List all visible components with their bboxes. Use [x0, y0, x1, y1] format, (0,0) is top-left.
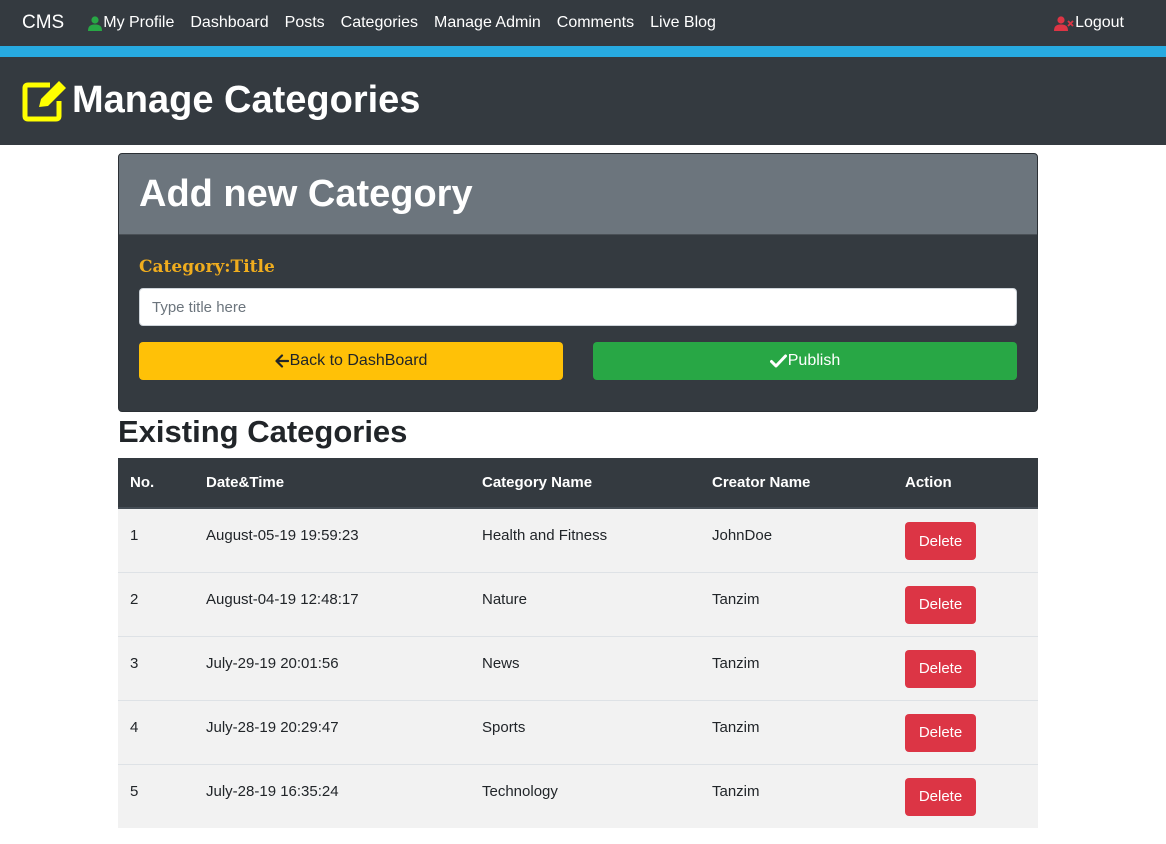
cell-action: Delete [893, 635, 1038, 700]
user-times-icon [1054, 15, 1074, 31]
page-header: Manage Categories [0, 57, 1166, 145]
cell-no: 3 [118, 635, 194, 700]
delete-button[interactable]: Delete [905, 777, 976, 816]
cell-datetime: July-28-19 16:35:24 [194, 763, 470, 828]
category-title-input[interactable] [139, 288, 1017, 326]
existing-categories-heading: Existing Categories [118, 414, 408, 449]
cell-creator-name: Tanzim [700, 635, 893, 700]
table-row: 2 August-04-19 12:48:17 Nature Tanzim De… [118, 571, 1038, 636]
delete-button[interactable]: Delete [905, 585, 976, 624]
cell-no: 5 [118, 763, 194, 828]
publish-button-label: Publish [787, 352, 841, 369]
cell-creator-name: JohnDoe [700, 507, 893, 572]
nav-manage-admin[interactable]: Manage Admin [434, 14, 541, 32]
table-header-row: No. Date&Time Category Name Creator Name… [118, 458, 1038, 509]
user-icon [88, 15, 103, 31]
cell-datetime: July-28-19 20:29:47 [194, 699, 470, 764]
check-icon [769, 354, 787, 368]
delete-button[interactable]: Delete [905, 522, 976, 560]
column-header-action: Action [893, 458, 1038, 509]
nav-my-profile[interactable]: My Profile [88, 14, 174, 32]
cell-action: Delete [893, 571, 1038, 636]
nav-posts[interactable]: Posts [285, 14, 325, 32]
nav-live-blog[interactable]: Live Blog [650, 14, 716, 32]
cell-datetime: July-29-19 20:01:56 [194, 635, 470, 700]
categories-table: No. Date&Time Category Name Creator Name… [118, 458, 1038, 828]
nav-my-profile-label: My Profile [103, 14, 175, 31]
add-category-form: Category:Title Back to DashBoard Publish [119, 235, 1037, 380]
arrow-left-icon [274, 354, 289, 368]
logout-link[interactable]: Logout [1054, 0, 1124, 46]
table-row: 3 July-29-19 20:01:56 News Tanzim Delete [118, 635, 1038, 700]
top-navbar: CMS My Profile Dashboard Posts Categorie… [0, 0, 1166, 46]
delete-button[interactable]: Delete [905, 649, 976, 688]
accent-strip [0, 46, 1166, 57]
column-header-category-name: Category Name [470, 458, 700, 509]
page-title: Manage Categories [72, 78, 421, 121]
edit-icon [21, 79, 69, 123]
cell-category-name: News [470, 635, 700, 700]
logout-label: Logout [1075, 14, 1124, 31]
cell-action: Delete [893, 763, 1038, 828]
form-buttons: Back to DashBoard Publish [139, 342, 1017, 380]
cell-creator-name: Tanzim [700, 571, 893, 636]
column-header-creator-name: Creator Name [700, 458, 893, 509]
publish-button[interactable]: Publish [593, 342, 1017, 380]
cell-category-name: Technology [470, 763, 700, 828]
cell-datetime: August-05-19 19:59:23 [194, 507, 470, 572]
table-row: 4 July-28-19 20:29:47 Sports Tanzim Dele… [118, 699, 1038, 764]
cell-category-name: Health and Fitness [470, 507, 700, 572]
cell-datetime: August-04-19 12:48:17 [194, 571, 470, 636]
cell-no: 4 [118, 699, 194, 764]
delete-button[interactable]: Delete [905, 713, 976, 752]
add-category-card: Add new Category Category:Title Back to … [118, 153, 1038, 412]
nav-comments[interactable]: Comments [557, 14, 634, 32]
cell-no: 2 [118, 571, 194, 636]
cell-creator-name: Tanzim [700, 699, 893, 764]
table-row: 1 August-05-19 19:59:23 Health and Fitne… [118, 507, 1038, 572]
add-category-card-header: Add new Category [119, 154, 1037, 235]
nav-links: My Profile Dashboard Posts Categories Ma… [88, 14, 732, 32]
cell-no: 1 [118, 507, 194, 572]
brand-logo[interactable]: CMS [22, 12, 64, 34]
table-row: 5 July-28-19 16:35:24 Technology Tanzim … [118, 763, 1038, 828]
nav-categories[interactable]: Categories [341, 14, 418, 32]
back-button-label: Back to DashBoard [289, 352, 428, 369]
back-to-dashboard-button[interactable]: Back to DashBoard [139, 342, 563, 380]
cell-action: Delete [893, 699, 1038, 764]
cell-action: Delete [893, 507, 1038, 572]
nav-dashboard[interactable]: Dashboard [190, 14, 268, 32]
category-title-label: Category:Title [139, 257, 275, 277]
cell-creator-name: Tanzim [700, 763, 893, 828]
column-header-no: No. [118, 458, 194, 509]
add-category-heading: Add new Category [139, 172, 473, 215]
cell-category-name: Sports [470, 699, 700, 764]
cell-category-name: Nature [470, 571, 700, 636]
column-header-datetime: Date&Time [194, 458, 470, 509]
